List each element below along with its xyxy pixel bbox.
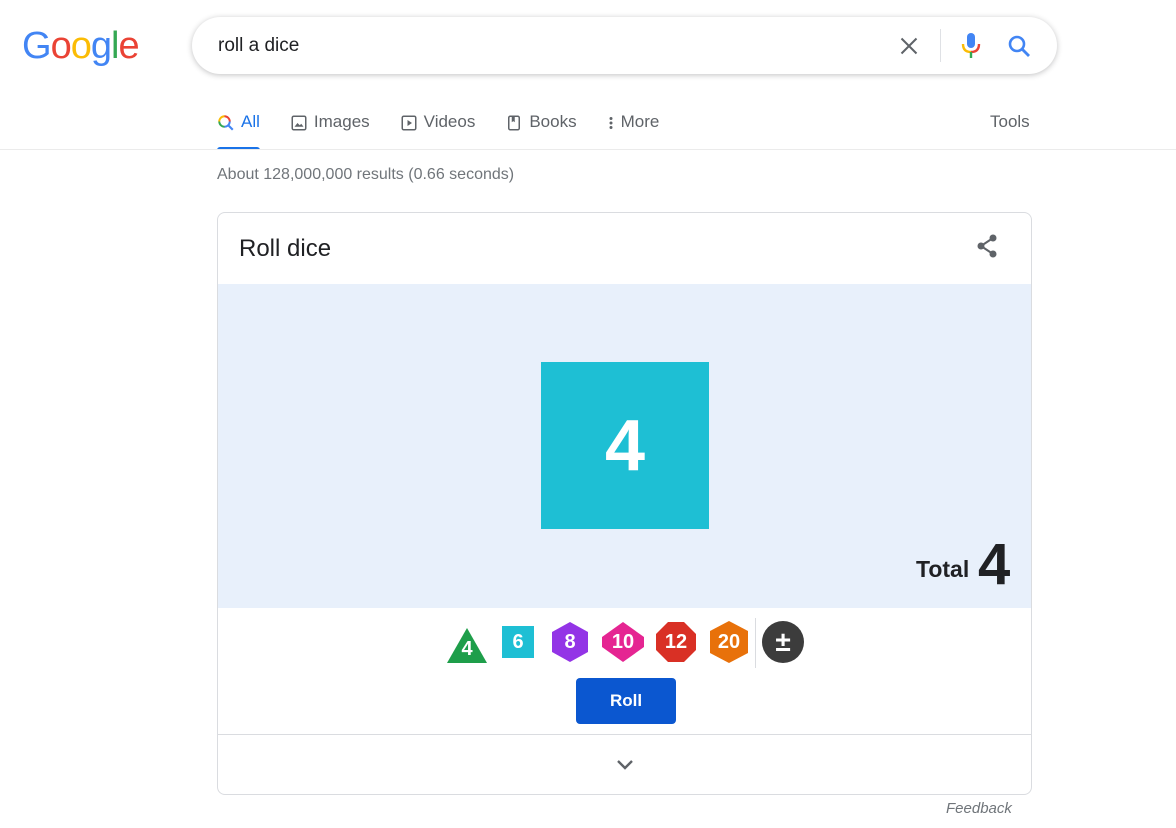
book-icon xyxy=(508,115,521,131)
die-label: 12 xyxy=(664,630,688,653)
play-icon xyxy=(401,115,417,131)
logo-letter: G xyxy=(22,25,52,67)
d12-button[interactable]: 12 xyxy=(653,619,699,665)
roll-button[interactable]: Roll xyxy=(576,678,676,724)
tab-all[interactable]: All xyxy=(217,106,260,150)
share-icon xyxy=(977,234,997,258)
modifier-button[interactable]: ± xyxy=(760,619,806,665)
tab-label: Images xyxy=(313,112,370,131)
tab-label: All xyxy=(241,112,260,131)
search-tabs: All Images Videos Books More xyxy=(217,106,689,150)
tabs-divider xyxy=(0,149,1176,150)
logo-letter: o xyxy=(70,25,92,67)
tools-button[interactable]: Tools xyxy=(990,112,1030,132)
search-icon xyxy=(1008,35,1030,57)
card-title: Roll dice xyxy=(239,235,332,262)
card-divider xyxy=(218,734,1031,735)
result-stats: About 128,000,000 results (0.66 seconds) xyxy=(217,166,515,183)
d20-button[interactable]: 20 xyxy=(706,619,752,665)
die-label: 8 xyxy=(564,630,576,653)
close-icon xyxy=(900,37,918,55)
die-label: 6 xyxy=(512,630,524,653)
chevron-down-icon xyxy=(617,760,633,770)
search-multicolor-icon xyxy=(218,115,234,131)
clear-search-button[interactable] xyxy=(894,31,924,61)
logo-letter: g xyxy=(90,25,112,67)
tab-books[interactable]: Books xyxy=(505,106,577,150)
d10-button[interactable]: 10 xyxy=(600,619,646,665)
share-button[interactable] xyxy=(972,231,1002,261)
rolled-die[interactable]: 4 xyxy=(541,362,709,529)
picker-divider xyxy=(755,618,756,668)
google-logo[interactable]: Google xyxy=(22,25,140,67)
plus-minus-icon: ± xyxy=(775,626,791,657)
tab-videos[interactable]: Videos xyxy=(400,106,476,150)
voice-search-button[interactable] xyxy=(956,30,986,62)
total-label: Total xyxy=(916,556,970,582)
mic-icon xyxy=(961,33,981,58)
search-bar-divider xyxy=(940,29,941,62)
d8-button[interactable]: 8 xyxy=(547,619,593,665)
image-icon xyxy=(291,115,307,131)
dice-roller-card: Roll dice 4 Total 4 4 6 8 10 12 20 ± Rol… xyxy=(217,212,1032,795)
die-label: 4 xyxy=(461,637,473,660)
d4-button[interactable]: 4 xyxy=(444,619,490,665)
d6-button[interactable]: 6 xyxy=(495,619,541,665)
tab-images[interactable]: Images xyxy=(290,106,370,150)
tab-label: More xyxy=(620,112,660,131)
search-input[interactable] xyxy=(218,17,878,74)
die-label: 10 xyxy=(611,630,635,653)
search-button[interactable] xyxy=(1003,30,1035,62)
feedback-link[interactable]: Feedback xyxy=(946,800,1012,817)
logo-letter: o xyxy=(50,25,72,67)
dice-result-area: 4 Total 4 xyxy=(218,284,1031,608)
dice-type-picker: 4 6 8 10 12 20 ± xyxy=(218,613,1031,668)
search-bar xyxy=(192,17,1057,74)
logo-letter: e xyxy=(118,25,139,67)
total-value: 4 xyxy=(978,532,1011,597)
more-vert-icon xyxy=(609,117,613,129)
expand-button[interactable] xyxy=(610,751,640,779)
die-label: 20 xyxy=(717,630,741,653)
tab-label: Books xyxy=(529,112,577,131)
logo-letter: l xyxy=(110,25,120,67)
tab-more[interactable]: More xyxy=(607,106,660,150)
tab-label: Videos xyxy=(423,112,476,131)
